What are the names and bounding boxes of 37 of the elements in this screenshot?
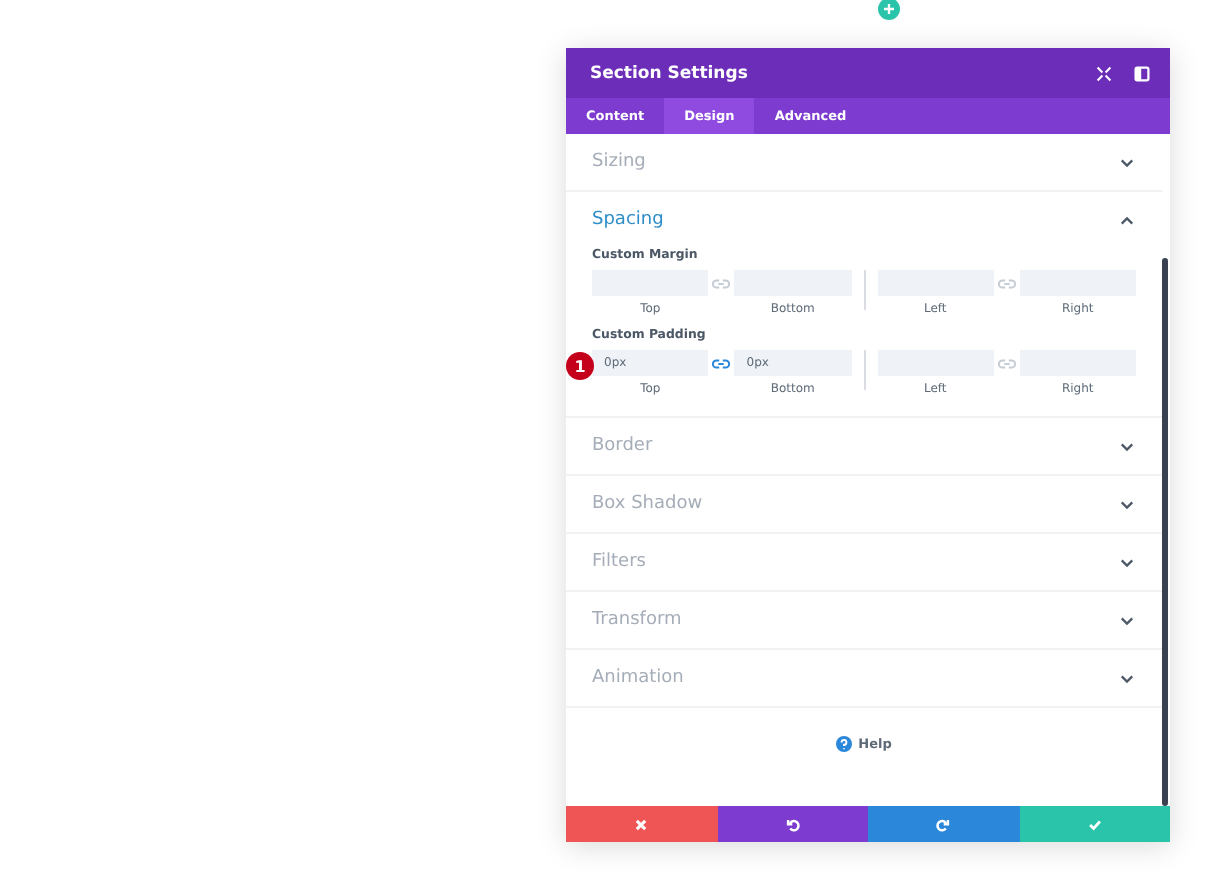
section-toggle[interactable]: Sizing	[566, 134, 1162, 190]
check-icon	[1087, 817, 1102, 831]
section-toggle[interactable]: Box Shadow	[566, 476, 1162, 532]
input-field[interactable]	[1019, 270, 1136, 296]
input-field[interactable]	[592, 270, 709, 296]
input-field[interactable]	[1019, 350, 1136, 376]
expand-icon[interactable]	[1096, 65, 1112, 81]
plus-icon	[884, 4, 894, 14]
cancel-button[interactable]	[566, 806, 717, 842]
link-icon[interactable]	[997, 358, 1016, 370]
chevron-down-icon	[1120, 615, 1134, 625]
link-icon[interactable]	[712, 358, 731, 370]
step-badge: 1	[566, 352, 594, 380]
section-toggle[interactable]: Spacing	[566, 192, 1162, 248]
chevron-down-icon	[1120, 673, 1134, 683]
scrollbar[interactable]	[1162, 258, 1168, 806]
chevron-down-icon	[1120, 499, 1134, 509]
section-toggle[interactable]: Filters	[566, 534, 1162, 590]
section-toggle[interactable]: Animation	[566, 650, 1162, 706]
redo-icon	[936, 817, 951, 831]
undo-button[interactable]	[717, 806, 868, 842]
sidebar-icon[interactable]	[1134, 65, 1150, 81]
add-button[interactable]	[878, 0, 900, 20]
link-icon[interactable]	[997, 278, 1016, 290]
section-toggle[interactable]: Border	[566, 418, 1162, 474]
help-icon	[836, 736, 853, 752]
chevron-down-icon	[1120, 157, 1134, 167]
redo-button[interactable]	[868, 806, 1019, 842]
chevron-down-icon	[1120, 441, 1134, 451]
link-icon[interactable]	[712, 278, 731, 290]
chevron-up-icon	[1120, 215, 1134, 225]
section-toggle[interactable]: Transform	[566, 592, 1162, 648]
close-icon	[634, 817, 649, 831]
panel-title: Section Settings	[590, 63, 750, 83]
chevron-down-icon	[1120, 557, 1134, 567]
save-button[interactable]	[1019, 806, 1170, 842]
undo-icon	[785, 817, 800, 831]
